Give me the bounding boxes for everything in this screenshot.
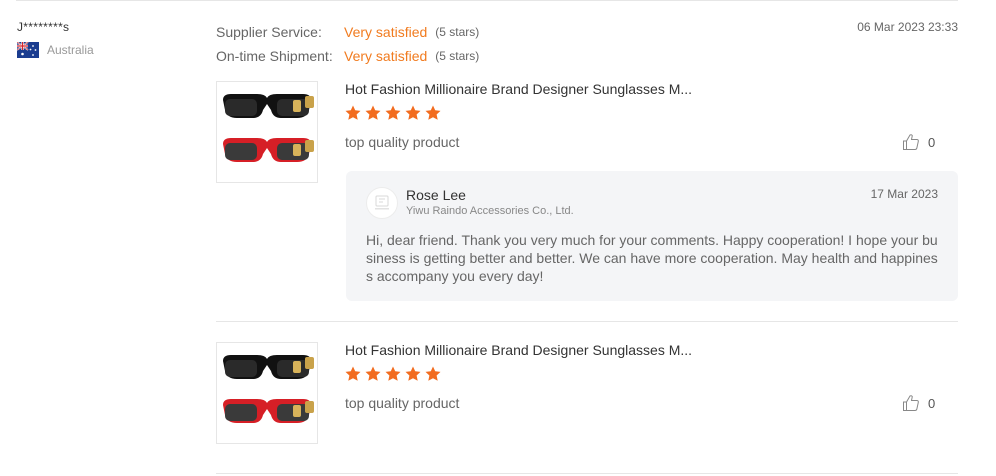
reviewer-info: J********s Australia	[17, 20, 94, 58]
product-rating-stars	[345, 105, 445, 121]
top-divider	[16, 0, 958, 1]
rating-label: On-time Shipment:	[216, 48, 333, 64]
rating-label: Supplier Service:	[216, 24, 322, 40]
star-icon	[385, 366, 401, 381]
company-logo-icon	[375, 195, 389, 210]
star-icon	[425, 366, 441, 381]
reply-company-name: Yiwu Raindo Accessories Co., Ltd.	[406, 205, 574, 217]
star-icon	[345, 366, 361, 381]
product-title[interactable]: Hot Fashion Millionaire Brand Designer S…	[345, 81, 692, 97]
rating-row-supplier-service: Supplier Service: Very satisfied (5 star…	[216, 20, 479, 44]
product-review-2: Hot Fashion Millionaire Brand Designer S…	[216, 342, 958, 444]
star-icon	[425, 105, 441, 120]
supplier-avatar	[366, 187, 398, 219]
product-image[interactable]	[216, 342, 318, 444]
rating-stars-text: (5 stars)	[435, 49, 480, 63]
supplier-ratings: Supplier Service: Very satisfied (5 star…	[216, 20, 479, 68]
star-icon	[405, 366, 421, 381]
star-icon	[345, 105, 361, 120]
australia-flag-icon	[17, 42, 39, 58]
reply-author-name: Rose Lee	[406, 187, 466, 203]
product-image[interactable]	[216, 81, 318, 183]
reply-text: Hi, dear friend. Thank you very much for…	[366, 232, 938, 284]
sunglasses-product-icon	[223, 355, 314, 423]
thumbs-up-icon	[903, 395, 919, 411]
thumbs-up-icon	[903, 134, 919, 150]
rating-stars-text: (5 stars)	[435, 25, 480, 39]
review-comment: top quality product	[345, 134, 460, 150]
rating-value: Very satisfied	[344, 24, 428, 40]
like-count: 0	[928, 395, 936, 411]
reviewer-country: Australia	[17, 42, 94, 58]
rating-row-ontime-shipment: On-time Shipment: Very satisfied (5 star…	[216, 44, 479, 68]
like-count: 0	[928, 134, 936, 150]
star-icon	[405, 105, 421, 120]
country-name: Australia	[47, 43, 94, 57]
product-rating-stars	[345, 366, 445, 382]
product-review-1: Hot Fashion Millionaire Brand Designer S…	[216, 81, 958, 311]
review-comment: top quality product	[345, 395, 460, 411]
bottom-divider	[216, 473, 958, 474]
review-divider	[216, 321, 958, 322]
reply-date: 17 Mar 2023	[870, 187, 938, 201]
product-title[interactable]: Hot Fashion Millionaire Brand Designer S…	[345, 342, 692, 358]
like-button[interactable]: 0	[902, 394, 935, 412]
rating-value: Very satisfied	[344, 48, 428, 64]
reviewer-name: J********s	[17, 20, 70, 34]
sunglasses-product-icon	[223, 94, 314, 162]
star-icon	[385, 105, 401, 120]
star-icon	[365, 366, 381, 381]
supplier-reply: Rose Lee Yiwu Raindo Accessories Co., Lt…	[346, 171, 958, 301]
review-date: 06 Mar 2023 23:33	[857, 20, 958, 34]
like-button[interactable]: 0	[902, 133, 935, 151]
star-icon	[365, 105, 381, 120]
